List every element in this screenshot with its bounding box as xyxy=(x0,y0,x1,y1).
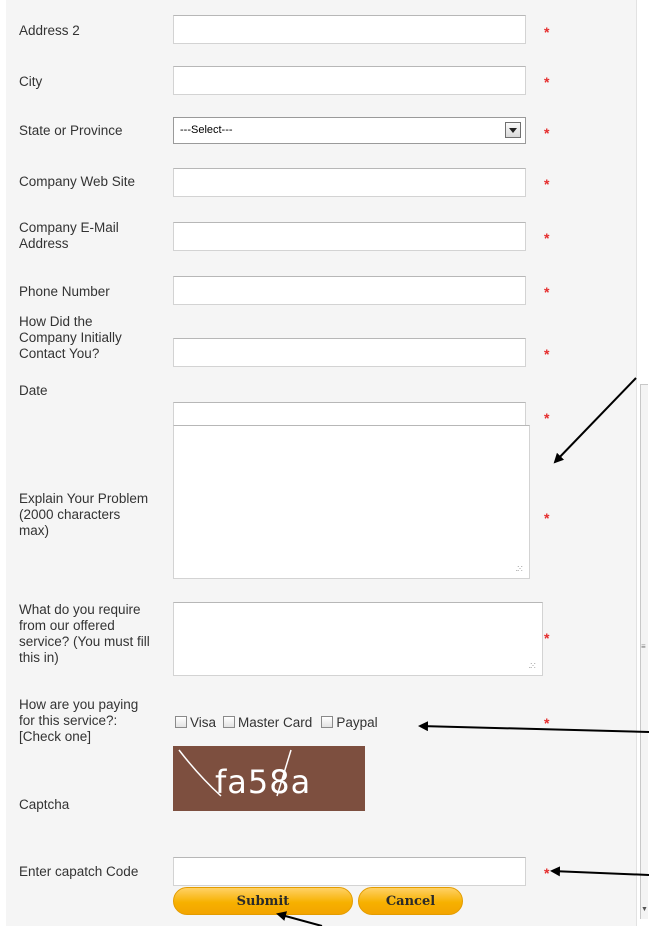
submit-button[interactable]: Submit xyxy=(173,887,353,915)
captcha-label: Captcha xyxy=(19,797,70,812)
require-label-line: service? (You must fill xyxy=(19,634,150,649)
captcha-code-input[interactable] xyxy=(173,857,526,886)
city-input[interactable] xyxy=(173,66,526,95)
mastercard-label[interactable]: Master Card xyxy=(238,715,312,730)
scrollbar-track[interactable] xyxy=(640,384,648,919)
payment-label: How are you paying for this service?: [C… xyxy=(19,697,174,745)
problem-textarea[interactable] xyxy=(173,425,530,579)
paypal-label[interactable]: Paypal xyxy=(336,715,377,730)
captcha-text: fa58a xyxy=(215,763,312,801)
state-select-value: ---Select--- xyxy=(180,124,233,136)
chevron-down-icon[interactable] xyxy=(505,122,521,138)
require-label: What do you require from our offered ser… xyxy=(19,602,174,666)
payment-options: Visa Master Card Paypal xyxy=(173,713,383,731)
payment-label-line: How are you paying xyxy=(19,697,139,712)
date-label: Date xyxy=(19,383,48,398)
problem-label: Explain Your Problem (2000 characters ma… xyxy=(19,491,174,539)
problem-textarea-wrap: .:·: xyxy=(173,425,530,579)
scrollbar-grip-icon[interactable]: ≡ xyxy=(641,643,646,651)
require-textarea-wrap: .:·: xyxy=(173,602,543,676)
contact-input[interactable] xyxy=(173,338,526,367)
email-input[interactable] xyxy=(173,222,526,251)
contact-label-line: Company Initially xyxy=(19,330,122,345)
problem-label-line: (2000 characters xyxy=(19,507,121,522)
cancel-button[interactable]: Cancel xyxy=(358,887,463,915)
email-label-line: Company E-Mail xyxy=(19,220,119,235)
visa-checkbox[interactable] xyxy=(175,716,187,728)
scroll-down-icon[interactable]: ▼ xyxy=(641,902,648,918)
require-label-line: from our offered xyxy=(19,618,115,633)
required-marker: * xyxy=(544,410,550,426)
required-marker: * xyxy=(544,125,550,141)
state-select[interactable]: ---Select--- xyxy=(173,117,526,144)
website-input[interactable] xyxy=(173,168,526,197)
address2-input[interactable] xyxy=(173,15,526,44)
phone-input[interactable] xyxy=(173,276,526,305)
require-label-line: What do you require xyxy=(19,602,141,617)
email-label: Company E-Mail Address xyxy=(19,220,174,252)
captcha-image: fa58a xyxy=(173,746,365,811)
email-label-line: Address xyxy=(19,236,69,251)
captcha-code-label: Enter capatch Code xyxy=(19,864,139,879)
required-marker: * xyxy=(544,230,550,246)
contact-label: How Did the Company Initially Contact Yo… xyxy=(19,314,174,362)
state-label: State or Province xyxy=(19,123,123,138)
problem-label-line: Explain Your Problem xyxy=(19,491,149,506)
website-label: Company Web Site xyxy=(19,174,136,189)
required-marker: * xyxy=(544,510,550,526)
complaint-form: Address 2 * City * State or Province ---… xyxy=(6,0,637,926)
required-marker: * xyxy=(544,630,550,646)
required-marker: * xyxy=(544,284,550,300)
contact-label-line: How Did the xyxy=(19,314,93,329)
resize-grip-icon[interactable]: .:·: xyxy=(529,661,536,670)
payment-label-line: [Check one] xyxy=(19,729,92,744)
require-label-line: this in) xyxy=(19,650,59,665)
required-marker: * xyxy=(544,865,550,881)
paypal-checkbox[interactable] xyxy=(321,716,334,728)
resize-grip-icon[interactable]: .:·: xyxy=(516,564,523,573)
phone-label: Phone Number xyxy=(19,284,110,299)
contact-label-line: Contact You? xyxy=(19,346,100,361)
required-marker: * xyxy=(544,176,550,192)
problem-label-line: max) xyxy=(19,523,49,538)
address2-label: Address 2 xyxy=(19,23,80,38)
required-marker: * xyxy=(544,24,550,40)
required-marker: * xyxy=(544,74,550,90)
city-label: City xyxy=(19,74,43,89)
require-textarea[interactable] xyxy=(173,602,543,676)
required-marker: * xyxy=(544,715,550,731)
mastercard-checkbox[interactable] xyxy=(223,716,236,728)
page: Address 2 * City * State or Province ---… xyxy=(0,0,649,926)
visa-label[interactable]: Visa xyxy=(190,715,216,730)
payment-label-line: for this service?: xyxy=(19,713,118,728)
required-marker: * xyxy=(544,346,550,362)
